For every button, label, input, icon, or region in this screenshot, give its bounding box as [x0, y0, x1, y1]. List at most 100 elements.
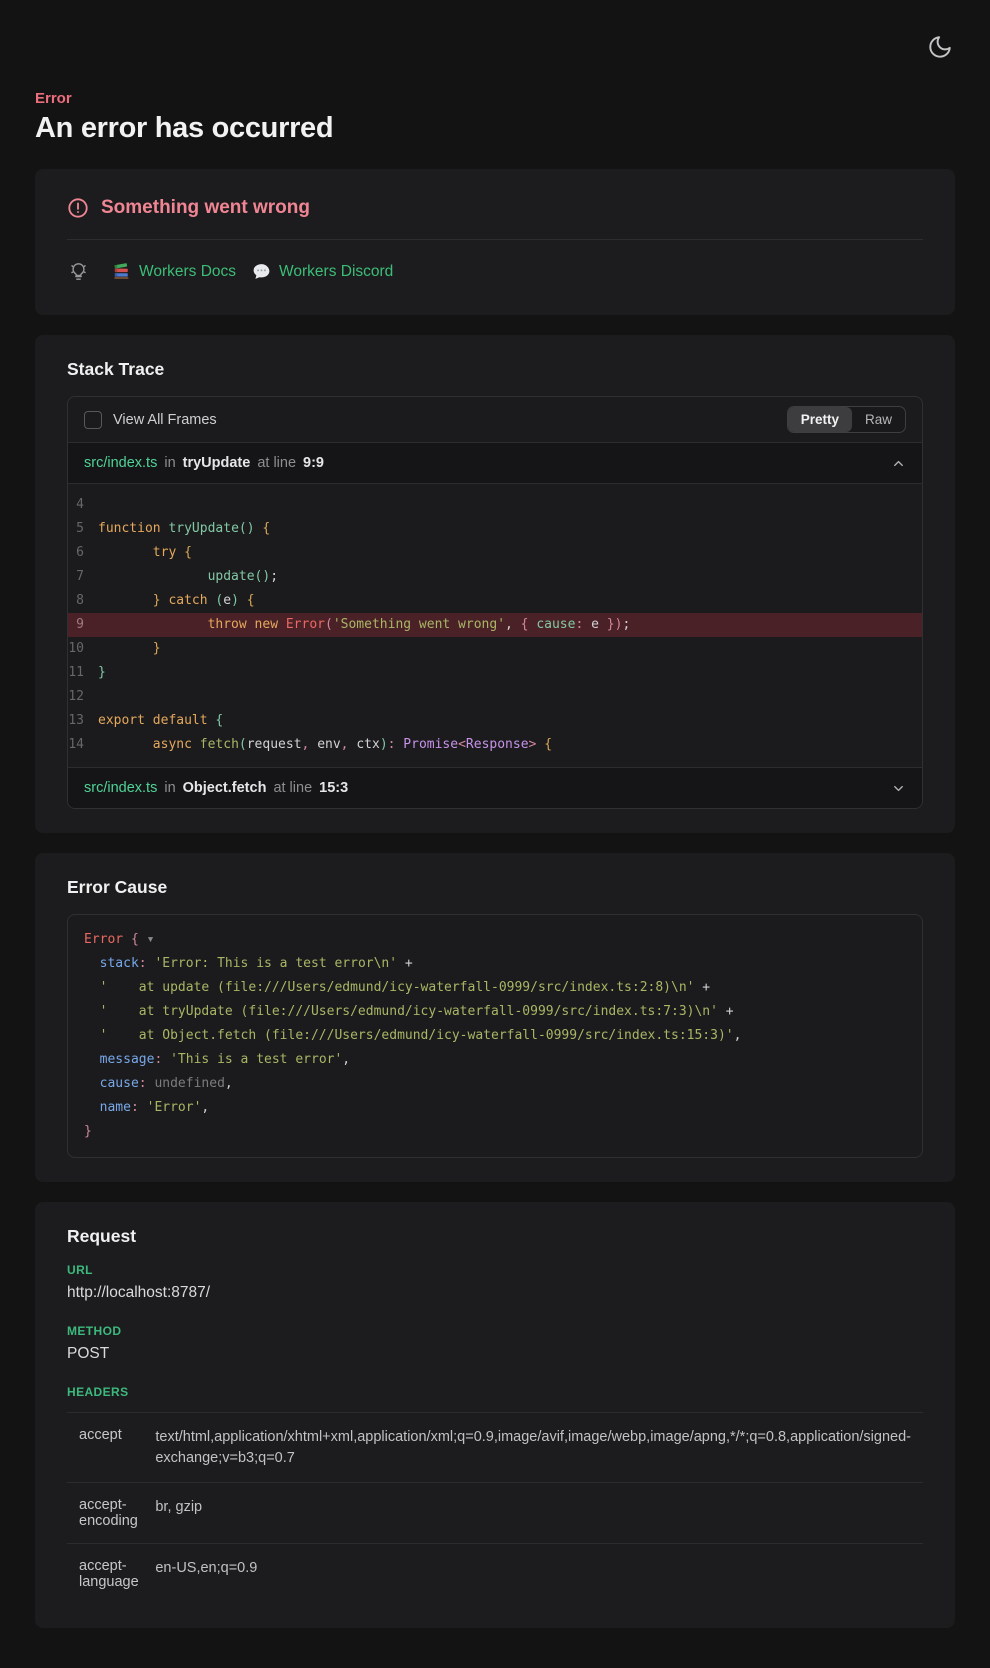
error-cause-line: message: 'This is a test error',	[84, 1048, 906, 1072]
frame-file: src/index.ts	[84, 455, 157, 471]
header-name: accept-language	[67, 1544, 155, 1605]
code-line: 6 try {	[68, 541, 922, 565]
request-title: Request	[67, 1226, 923, 1247]
stack-frame-header[interactable]: src/index.ts in tryUpdate at line 9:9	[68, 442, 922, 484]
error-cause-line: ' at update (file:///Users/edmund/icy-wa…	[84, 976, 906, 1000]
code-line: 11}	[68, 661, 922, 685]
code-text: try {	[98, 541, 192, 565]
error-cause-line: ' at Object.fetch (file:///Users/edmund/…	[84, 1024, 906, 1048]
workers-docs-label: Workers Docs	[139, 263, 236, 281]
stack-trace-card: Stack Trace View All Frames Pretty Raw s…	[35, 335, 955, 833]
error-eyebrow: Error	[35, 90, 955, 107]
frame-function: Object.fetch	[183, 780, 267, 796]
frame-file: src/index.ts	[84, 780, 157, 796]
code-text: throw new Error('Something went wrong', …	[98, 613, 630, 637]
header-row: accept-encodingbr, gzip	[67, 1483, 923, 1544]
error-cause-title: Error Cause	[67, 877, 923, 898]
method-value: POST	[67, 1345, 923, 1363]
code-lines: 45function tryUpdate() {6 try {7 update(…	[68, 484, 922, 767]
line-number: 12	[68, 685, 98, 709]
workers-discord-label: Workers Discord	[279, 263, 393, 281]
chevron-down-icon[interactable]	[891, 781, 906, 796]
error-cause-line: stack: 'Error: This is a test error\n' +	[84, 952, 906, 976]
headers-label: HEADERS	[67, 1385, 923, 1399]
theme-toggle-button[interactable]	[925, 32, 955, 62]
code-line: 4	[68, 493, 922, 517]
headers-table-body: accepttext/html,application/xhtml+xml,ap…	[67, 1413, 923, 1605]
books-icon	[112, 262, 131, 281]
code-text: }	[98, 637, 161, 661]
stack-frame-header[interactable]: src/index.ts in Object.fetch at line 15:…	[68, 767, 922, 808]
error-cause-line: }	[84, 1120, 906, 1144]
header-value: text/html,application/xhtml+xml,applicat…	[155, 1413, 923, 1483]
error-cause-line: ' at tryUpdate (file:///Users/edmund/icy…	[84, 1000, 906, 1024]
line-number: 7	[68, 565, 98, 589]
error-cause-line: cause: undefined,	[84, 1072, 906, 1096]
page-title: An error has occurred	[35, 112, 955, 145]
code-line: 13export default {	[68, 709, 922, 733]
frame-in-word: in	[164, 455, 175, 471]
line-number: 13	[68, 709, 98, 733]
page: Error An error has occurred Something we…	[0, 0, 990, 1668]
top-bar	[35, 0, 955, 62]
alert-card: Something went wrong Workers Docs	[35, 169, 955, 315]
view-mode-toggle: Pretty Raw	[787, 406, 906, 433]
request-card: Request URL http://localhost:8787/ METHO…	[35, 1202, 955, 1628]
alert-title: Something went wrong	[101, 197, 310, 219]
chevron-up-icon[interactable]	[891, 456, 906, 471]
code-line: 12	[68, 685, 922, 709]
header-row: accepttext/html,application/xhtml+xml,ap…	[67, 1413, 923, 1483]
line-number: 14	[68, 733, 98, 757]
method-label: METHOD	[67, 1324, 923, 1338]
code-line: 14 async fetch(request, env, ctx): Promi…	[68, 733, 922, 757]
error-cause-line: name: 'Error',	[84, 1096, 906, 1120]
workers-docs-link[interactable]: Workers Docs	[112, 262, 236, 281]
line-number: 6	[68, 541, 98, 565]
view-all-frames-checkbox[interactable]	[84, 411, 102, 429]
error-cause-line: Error { ▾	[84, 928, 906, 952]
lightbulb-icon	[67, 260, 90, 283]
code-text: update();	[98, 565, 278, 589]
frame-at-word: at line	[257, 455, 296, 471]
workers-discord-link[interactable]: Workers Discord	[252, 262, 393, 281]
header-value: br, gzip	[155, 1483, 923, 1544]
stack-trace-toolbar: View All Frames Pretty Raw	[68, 397, 922, 442]
headers-table: accepttext/html,application/xhtml+xml,ap…	[67, 1412, 923, 1604]
line-number: 5	[68, 517, 98, 541]
frame-in-word: in	[164, 780, 175, 796]
error-cause-box: Error { ▾ stack: 'Error: This is a test …	[67, 914, 923, 1158]
frame-line: 9:9	[303, 455, 324, 471]
circle-exclamation-icon	[67, 197, 89, 219]
alert-links-row: Workers Docs Workers Discord	[67, 240, 923, 291]
header-name: accept-encoding	[67, 1483, 155, 1544]
line-number: 10	[68, 637, 98, 661]
moon-icon	[927, 48, 953, 63]
code-text: async fetch(request, env, ctx): Promise<…	[98, 733, 552, 757]
line-number: 4	[68, 493, 98, 517]
code-text: export default {	[98, 709, 223, 733]
code-text: } catch (e) {	[98, 589, 255, 613]
pretty-button[interactable]: Pretty	[788, 407, 852, 432]
error-cause-card: Error Cause Error { ▾ stack: 'Error: Thi…	[35, 853, 955, 1182]
stack-trace-title: Stack Trace	[67, 359, 923, 380]
url-value: http://localhost:8787/	[67, 1284, 923, 1302]
code-text: function tryUpdate() {	[98, 517, 270, 541]
url-label: URL	[67, 1263, 923, 1277]
view-all-frames-control[interactable]: View All Frames	[84, 411, 217, 429]
stack-trace-box: View All Frames Pretty Raw src/index.ts …	[67, 396, 923, 809]
frame-at-word: at line	[273, 780, 312, 796]
header-row: accept-languageen-US,en;q=0.9	[67, 1544, 923, 1605]
code-line: 9 throw new Error('Something went wrong'…	[68, 613, 922, 637]
line-number: 11	[68, 661, 98, 685]
line-number: 9	[68, 613, 98, 637]
code-line: 10 }	[68, 637, 922, 661]
frame-function: tryUpdate	[183, 455, 251, 471]
raw-button[interactable]: Raw	[852, 407, 905, 432]
speech-balloon-icon	[252, 262, 271, 281]
line-number: 8	[68, 589, 98, 613]
frame-line: 15:3	[319, 780, 348, 796]
code-line: 5function tryUpdate() {	[68, 517, 922, 541]
code-line: 8 } catch (e) {	[68, 589, 922, 613]
code-line: 7 update();	[68, 565, 922, 589]
alert-header: Something went wrong	[67, 193, 923, 239]
